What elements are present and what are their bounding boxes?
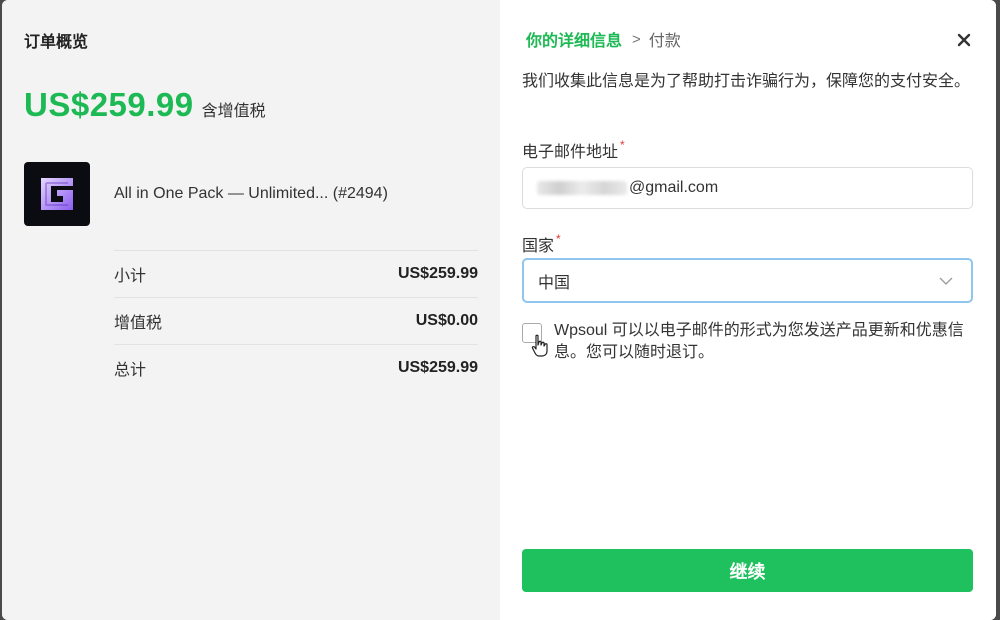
total-row: 总计 US$259.99 bbox=[114, 344, 478, 391]
details-form-panel: 你的详细信息 > 付款 我们收集此信息是为了帮助打击诈骗行为，保障您的支付安全。… bbox=[500, 0, 996, 620]
info-text: 我们收集此信息是为了帮助打击诈骗行为，保障您的支付安全。 bbox=[522, 73, 971, 90]
subtotal-value: US$259.99 bbox=[397, 265, 478, 282]
price-tax-note: 含增值税 bbox=[201, 103, 266, 120]
country-label: 国家 * bbox=[522, 232, 561, 256]
close-icon bbox=[957, 33, 971, 47]
required-mark: * bbox=[620, 138, 625, 152]
email-field[interactable]: @gmail.com bbox=[522, 167, 973, 209]
vat-row: 增值税 US$0.00 bbox=[114, 297, 478, 344]
total-label: 总计 bbox=[114, 362, 147, 379]
g-logo-icon bbox=[41, 178, 73, 210]
vat-label: 增值税 bbox=[114, 315, 163, 332]
product-thumbnail bbox=[24, 162, 90, 226]
checkout-modal: 订单概览 US$259.99 含增值税 All in One Pack — Un… bbox=[2, 0, 996, 620]
price-block: US$259.99 含增值税 bbox=[24, 86, 266, 124]
breadcrumb-payment: 付款 bbox=[648, 33, 681, 50]
consent-checkbox[interactable] bbox=[522, 323, 548, 357]
email-label-text: 电子邮件地址 bbox=[522, 144, 619, 161]
consent-row: Wpsoul 可以以电子邮件的形式为您发送产品更新和优惠信息。您可以随时退订。 bbox=[522, 320, 977, 364]
consent-text: Wpsoul 可以以电子邮件的形式为您发送产品更新和优惠信息。您可以随时退订。 bbox=[554, 322, 964, 361]
breadcrumb: 你的详细信息 > 付款 bbox=[526, 27, 681, 51]
chevron-down-icon bbox=[939, 277, 953, 285]
total-value: US$259.99 bbox=[397, 359, 478, 376]
product-name: All in One Pack — Unlimited... (#2494) bbox=[114, 185, 388, 202]
hand-cursor-icon bbox=[531, 334, 548, 357]
country-value: 中国 bbox=[538, 274, 571, 292]
product-row: All in One Pack — Unlimited... (#2494) bbox=[24, 162, 388, 226]
vat-value: US$0.00 bbox=[415, 312, 478, 329]
order-summary-panel: 订单概览 US$259.99 含增值税 All in One Pack — Un… bbox=[2, 0, 500, 620]
email-label: 电子邮件地址 * bbox=[522, 138, 625, 162]
country-label-text: 国家 bbox=[522, 238, 555, 255]
email-value: @gmail.com bbox=[629, 179, 719, 196]
email-redacted bbox=[537, 181, 627, 195]
close-button[interactable] bbox=[954, 30, 974, 50]
order-summary-title: 订单概览 bbox=[24, 34, 89, 51]
total-price: US$259.99 bbox=[24, 86, 194, 123]
subtotal-row: 小计 US$259.99 bbox=[114, 250, 478, 297]
country-select[interactable]: 中国 bbox=[522, 258, 973, 303]
subtotal-label: 小计 bbox=[114, 268, 147, 285]
breadcrumb-current: 你的详细信息 bbox=[526, 33, 623, 50]
required-mark: * bbox=[556, 232, 561, 246]
continue-button[interactable]: 继续 bbox=[522, 549, 973, 592]
price-breakdown: 小计 US$259.99 增值税 US$0.00 总计 US$259.99 bbox=[114, 250, 478, 391]
breadcrumb-separator: > bbox=[632, 30, 641, 48]
